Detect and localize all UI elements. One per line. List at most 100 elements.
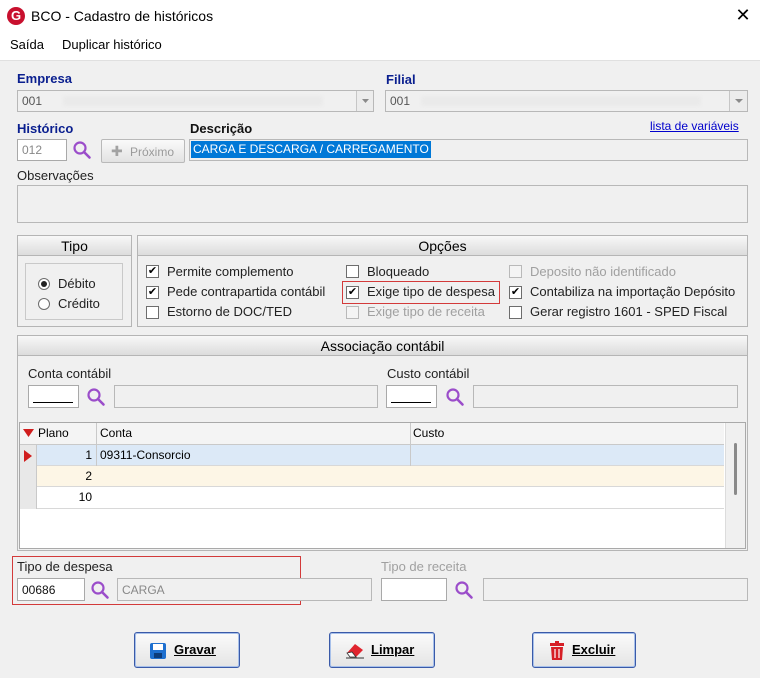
plus-icon: ✚ bbox=[111, 143, 123, 159]
chk-gerar-registro-1601[interactable] bbox=[509, 306, 522, 319]
search-icon[interactable] bbox=[72, 140, 92, 160]
empresa-redacted bbox=[63, 96, 323, 106]
historico-value: 012 bbox=[22, 143, 43, 157]
chevron-down-icon bbox=[362, 99, 369, 103]
scrollbar-thumb[interactable] bbox=[734, 443, 737, 495]
tipo-despesa-label: Tipo de despesa bbox=[17, 559, 113, 574]
trash-icon bbox=[550, 641, 564, 660]
tipo-receita-label: Tipo de receita bbox=[381, 559, 467, 574]
row-indicator bbox=[20, 466, 37, 487]
menu-item-saida[interactable]: Saída bbox=[10, 37, 44, 52]
radio-credito-label[interactable]: Crédito bbox=[58, 296, 100, 311]
chk-estorno-doc-ted-label[interactable]: Estorno de DOC/TED bbox=[167, 304, 292, 319]
search-icon[interactable] bbox=[445, 387, 465, 407]
historico-label: Histórico bbox=[17, 121, 74, 136]
tipo-despesa-code: 00686 bbox=[22, 583, 56, 597]
lista-variaveis-link[interactable]: lista de variáveis bbox=[650, 119, 739, 133]
chk-exige-tipo-receita-label: Exige tipo de receita bbox=[367, 304, 485, 319]
radio-debito[interactable] bbox=[38, 278, 50, 290]
associacao-title: Associação contábil bbox=[18, 336, 747, 356]
chk-permite-complemento-label[interactable]: Permite complemento bbox=[167, 264, 293, 279]
tipo-despesa-input[interactable]: 00686 bbox=[17, 578, 85, 601]
current-row-arrow-icon bbox=[24, 450, 32, 462]
tipo-receita-input[interactable] bbox=[381, 578, 447, 601]
limpar-label: Limpar bbox=[371, 642, 415, 657]
tipo-title: Tipo bbox=[18, 236, 131, 256]
chk-permite-complemento[interactable]: ✔ bbox=[146, 265, 159, 278]
filial-combo[interactable]: 001 bbox=[385, 90, 748, 112]
table-row[interactable] bbox=[20, 466, 724, 487]
grid-scrollbar[interactable] bbox=[725, 423, 745, 548]
input-underline bbox=[33, 402, 73, 403]
custo-contabil-input[interactable] bbox=[386, 385, 437, 408]
historico-input[interactable]: 012 bbox=[17, 139, 67, 161]
observacoes-textarea[interactable] bbox=[17, 185, 748, 223]
empresa-combo[interactable]: 001 bbox=[17, 90, 374, 112]
proximo-button[interactable]: ✚ Próximo bbox=[101, 139, 185, 163]
chk-bloqueado-label[interactable]: Bloqueado bbox=[367, 264, 429, 279]
radio-debito-label[interactable]: Débito bbox=[58, 276, 96, 291]
chk-estorno-doc-ted[interactable] bbox=[146, 306, 159, 319]
cell-plano: 2 bbox=[85, 469, 92, 483]
search-icon[interactable] bbox=[454, 580, 474, 600]
tipo-receita-desc bbox=[483, 578, 748, 601]
chk-contabiliza-importacao-label[interactable]: Contabiliza na importação Depósito bbox=[530, 284, 735, 299]
observacoes-label: Observações bbox=[17, 168, 94, 183]
tipo-radio-panel: Débito Crédito bbox=[25, 263, 123, 320]
save-icon bbox=[150, 643, 166, 659]
cell-plano: 10 bbox=[78, 490, 92, 504]
search-icon[interactable] bbox=[86, 387, 106, 407]
descricao-input[interactable]: CARGA E DESCARGA / CARREGAMENTO bbox=[189, 139, 748, 161]
descricao-value: CARGA E DESCARGA / CARREGAMENTO bbox=[191, 141, 431, 158]
radio-credito[interactable] bbox=[38, 298, 50, 310]
filial-label: Filial bbox=[386, 72, 416, 87]
gravar-label: Gravar bbox=[174, 642, 216, 657]
col-divider bbox=[96, 423, 97, 445]
app-logo-icon: G bbox=[7, 7, 25, 25]
chk-deposito-nao-identificado bbox=[509, 265, 522, 278]
close-icon[interactable]: ✕ bbox=[734, 6, 752, 24]
chk-contabiliza-importacao[interactable]: ✔ bbox=[509, 286, 522, 299]
eraser-icon bbox=[346, 644, 364, 659]
chk-deposito-nao-identificado-label: Deposito não identificado bbox=[530, 264, 676, 279]
table-row[interactable] bbox=[20, 487, 724, 509]
filial-value: 001 bbox=[390, 94, 411, 108]
col-plano[interactable]: Plano bbox=[38, 423, 69, 444]
chk-exige-tipo-despesa[interactable]: ✔ bbox=[346, 286, 359, 299]
col-divider bbox=[410, 423, 411, 445]
empresa-dropdown-button[interactable] bbox=[356, 91, 373, 111]
proximo-label: Próximo bbox=[130, 145, 175, 159]
associacao-grid[interactable]: Plano Conta Custo 1 09311-Consorcio 2 10 bbox=[19, 422, 746, 549]
excluir-label: Excluir bbox=[572, 642, 616, 657]
search-icon[interactable] bbox=[90, 580, 110, 600]
excluir-button[interactable]: Excluir bbox=[532, 632, 636, 668]
chk-exige-tipo-despesa-label[interactable]: Exige tipo de despesa bbox=[367, 284, 495, 299]
tipo-despesa-desc: CARGA bbox=[117, 578, 372, 601]
empresa-label: Empresa bbox=[17, 71, 72, 86]
col-custo[interactable]: Custo bbox=[413, 423, 444, 444]
conta-contabil-label: Conta contábil bbox=[28, 366, 112, 381]
custo-contabil-desc bbox=[473, 385, 738, 408]
filial-redacted bbox=[421, 96, 701, 106]
sort-down-icon[interactable] bbox=[23, 429, 35, 439]
opcoes-title: Opções bbox=[138, 236, 747, 256]
col-conta[interactable]: Conta bbox=[100, 423, 132, 444]
tipo-despesa-desc-value: CARGA bbox=[122, 583, 165, 597]
limpar-button[interactable]: Limpar bbox=[329, 632, 435, 668]
chk-pede-contrapartida[interactable]: ✔ bbox=[146, 286, 159, 299]
gravar-button[interactable]: Gravar bbox=[134, 632, 240, 668]
chk-gerar-registro-1601-label[interactable]: Gerar registro 1601 - SPED Fiscal bbox=[530, 304, 727, 319]
window-title: BCO - Cadastro de históricos bbox=[31, 8, 214, 24]
chk-bloqueado[interactable] bbox=[346, 265, 359, 278]
chk-pede-contrapartida-label[interactable]: Pede contrapartida contábil bbox=[167, 284, 325, 299]
conta-contabil-input[interactable] bbox=[28, 385, 79, 408]
menu-item-duplicar[interactable]: Duplicar histórico bbox=[62, 37, 162, 52]
conta-contabil-desc bbox=[114, 385, 378, 408]
descricao-label: Descrição bbox=[190, 121, 253, 136]
row-indicator bbox=[20, 487, 37, 509]
filial-dropdown-button[interactable] bbox=[729, 91, 747, 111]
chk-exige-tipo-receita bbox=[346, 306, 359, 319]
empresa-value: 001 bbox=[22, 94, 43, 108]
custo-contabil-label: Custo contábil bbox=[387, 366, 470, 381]
cell-conta: 09311-Consorcio bbox=[100, 448, 191, 462]
